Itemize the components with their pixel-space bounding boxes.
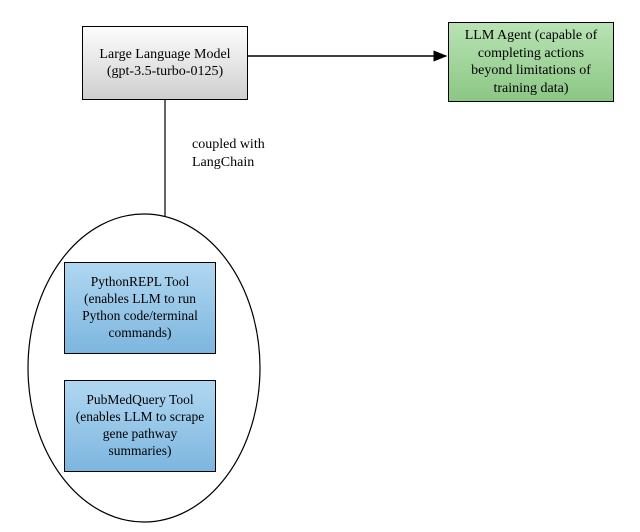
python-repl-tool-node: PythonREPL Tool (enables LLM to run Pyth… — [64, 262, 216, 354]
agent-line2: completing actions — [478, 45, 584, 63]
tool2-line1: PubMedQuery Tool — [86, 392, 193, 409]
couple-line2: LangChain — [192, 154, 265, 172]
couple-line1: coupled with — [192, 136, 265, 154]
tool1-line1: PythonREPL Tool — [91, 274, 189, 291]
tool2-line2: (enables LLM to scrape — [76, 409, 205, 426]
agent-node: LLM Agent (capable of completing actions… — [448, 22, 614, 102]
pubmed-query-tool-node: PubMedQuery Tool (enables LLM to scrape … — [64, 380, 216, 472]
tool2-line4: summaries) — [109, 443, 172, 460]
tool1-line4: commands) — [109, 325, 172, 342]
tool2-line3: gene pathway — [103, 426, 178, 443]
llm-subtitle: (gpt-3.5-turbo-0125) — [107, 63, 223, 81]
llm-title: Large Language Model — [99, 46, 230, 64]
tool1-line2: (enables LLM to run — [84, 291, 196, 308]
agent-line3: beyond limitations of — [471, 62, 591, 80]
agent-line1: LLM Agent (capable of — [465, 27, 598, 45]
llm-node: Large Language Model (gpt-3.5-turbo-0125… — [82, 26, 248, 100]
agent-line4: training data) — [493, 80, 568, 98]
coupled-with-label: coupled with LangChain — [192, 136, 265, 171]
tool1-line3: Python code/terminal — [82, 308, 198, 325]
